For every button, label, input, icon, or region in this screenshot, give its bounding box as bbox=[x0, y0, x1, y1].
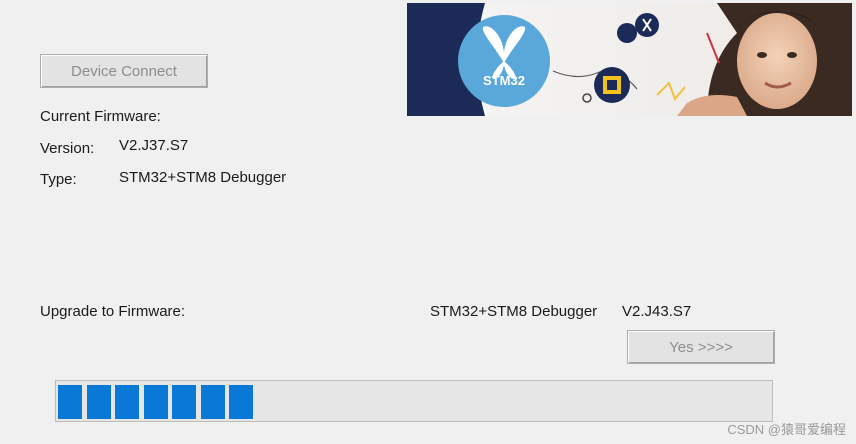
chip-icon bbox=[594, 67, 630, 103]
progress-segment bbox=[229, 385, 253, 419]
type-label: Type: bbox=[40, 171, 77, 188]
current-firmware-heading: Current Firmware: bbox=[40, 108, 161, 125]
type-value: STM32+STM8 Debugger bbox=[119, 169, 287, 186]
watermark: CSDN @猿哥爱编程 bbox=[727, 422, 846, 437]
progress-segment bbox=[115, 385, 139, 419]
progress-segment bbox=[143, 385, 168, 419]
upgrade-target-type: STM32+STM8 Debugger bbox=[430, 303, 598, 320]
progress-segment bbox=[172, 385, 196, 419]
yes-upgrade-button[interactable]: Yes >>>> bbox=[627, 330, 775, 364]
upgrade-target-version: V2.J43.S7 bbox=[622, 303, 692, 320]
progress-segment bbox=[86, 385, 111, 419]
version-label: Version: bbox=[40, 140, 95, 157]
progress-segment bbox=[200, 385, 225, 419]
stm32-banner-graphic: STM32 bbox=[407, 3, 852, 116]
logo-text: STM32 bbox=[483, 73, 525, 88]
banner-image: STM32 bbox=[407, 3, 852, 116]
device-connect-button[interactable]: Device Connect bbox=[40, 54, 208, 88]
version-value: V2.J37.S7 bbox=[119, 137, 189, 154]
upgrade-label: Upgrade to Firmware: bbox=[40, 303, 186, 320]
progress-segment bbox=[58, 385, 82, 419]
progress-bar bbox=[55, 380, 773, 422]
bluetooth-icon bbox=[617, 23, 637, 43]
